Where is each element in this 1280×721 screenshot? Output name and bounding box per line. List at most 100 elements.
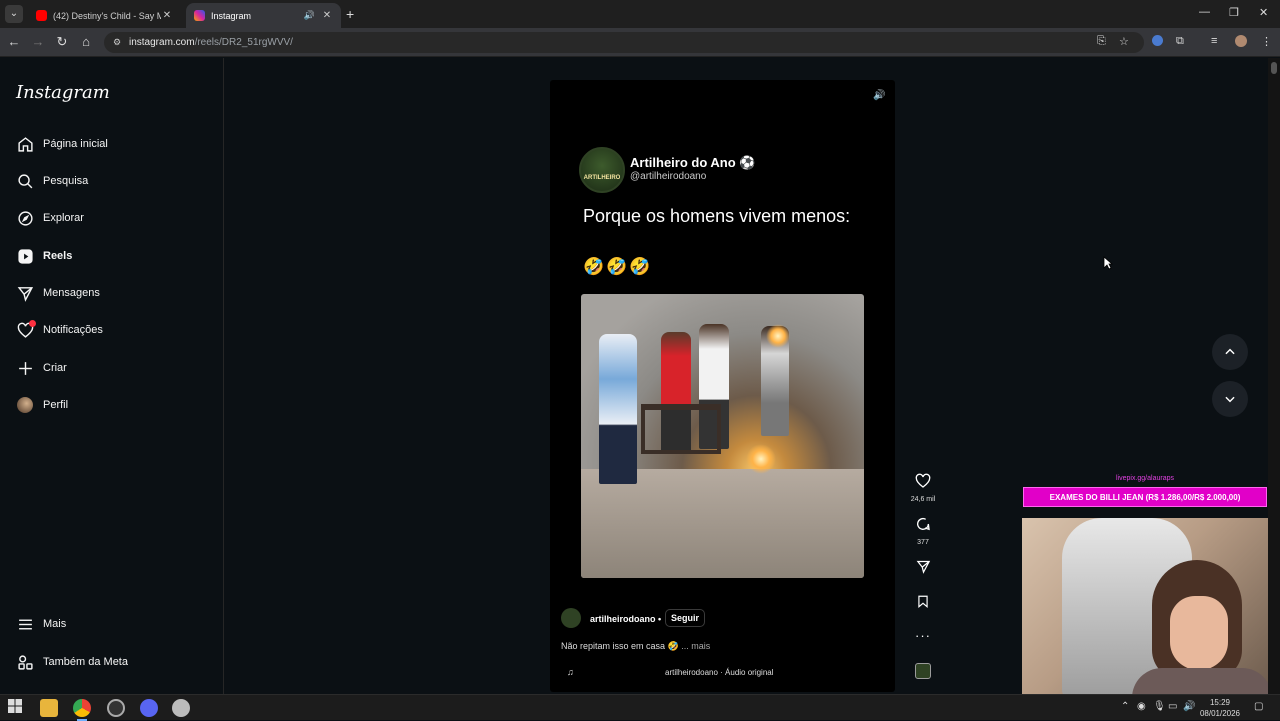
more-options-icon[interactable]: ··· [905,628,941,643]
home-icon [16,135,34,153]
chair [641,404,721,454]
audio-text: artilheirodoano · Áudio original [665,668,774,677]
reload-icon[interactable]: ↻ [54,34,70,50]
tab-youtube[interactable]: (42) Destiny's Child - Say My Name ✕ [28,3,181,28]
chevron-up-icon [1225,348,1235,355]
nav-label: Explorar [43,212,84,224]
reel-video-frame[interactable] [581,294,864,578]
person-figure [599,334,637,484]
site-info-icon[interactable]: ⚙ [113,32,121,53]
url-path: /reels/DR2_51rgWVV/ [194,37,293,48]
profile-avatar[interactable] [1235,35,1247,47]
audio-playing-icon[interactable]: 🔊 [304,10,315,21]
volume-icon[interactable]: 🔊 [873,90,885,101]
browser-tab-bar: ⌄ (42) Destiny's Child - Say My Name ✕ I… [0,0,1280,28]
follow-button[interactable]: Seguir [665,609,706,627]
instagram-logo[interactable]: Instagram [16,82,110,103]
forward-icon[interactable]: → [30,34,46,50]
poster-username[interactable]: artilheirodoano • [590,614,661,624]
back-icon[interactable]: ← [6,34,22,50]
install-app-icon[interactable]: ⎘ [1097,35,1106,48]
nav-search[interactable]: Pesquisa [16,169,88,193]
clock-time: 15:29 [1209,698,1231,707]
like-button[interactable]: 24,6 mil [905,473,941,503]
tab-instagram[interactable]: Instagram 🔊 ✕ [186,3,341,28]
reel-headline: Porque os homens vivem menos: [583,206,851,226]
nav-reels[interactable]: Reels [16,244,72,268]
network-icon[interactable]: ▭ [1168,701,1177,712]
heart-icon [16,320,36,339]
menu-icon [16,615,34,633]
file-explorer-icon[interactable] [40,699,58,717]
media-control-icon[interactable]: ≡ [1211,35,1217,47]
extension-icon[interactable] [1152,35,1163,46]
extensions-puzzle-icon[interactable]: ⧉ [1176,35,1184,48]
nav-home[interactable]: Página inicial [16,132,108,156]
chrome-icon[interactable] [73,699,91,721]
new-tab-icon[interactable]: + [346,6,354,22]
nav-label: Criar [43,362,67,374]
save-button[interactable] [905,594,941,614]
original-audio-thumbnail[interactable] [915,663,931,679]
nav-more[interactable]: Mais [16,612,66,636]
obs-icon[interactable] [107,699,125,717]
scrollbar-thumb[interactable] [1271,62,1277,74]
profile-avatar-icon [16,396,34,414]
nav-create[interactable]: Criar [16,356,67,380]
compass-icon [16,209,34,227]
nav-explore[interactable]: Explorar [16,206,84,230]
nav-label: Página inicial [43,138,108,150]
account-logo: ARTILHEIRO [579,147,625,193]
tab-search-icon[interactable]: ⌄ [5,5,23,23]
like-count: 24,6 mil [910,496,936,503]
audio-attribution[interactable]: ♫ artilheirodoano · Áudio original [561,664,816,680]
bookmark-star-icon[interactable]: ☆ [1119,35,1129,48]
share-icon [916,560,930,574]
nav-label: Reels [43,250,73,262]
notification-center-icon[interactable]: ▢ [1254,701,1263,712]
next-reel-button[interactable] [1212,381,1248,417]
home-icon[interactable]: ⌂ [78,34,94,50]
tab-title: Instagram [211,10,252,21]
reel-player[interactable]: 🔊 ARTILHEIRO Artilheiro do Ano ⚽ @artilh… [550,80,895,692]
tray-overflow-icon[interactable]: ⌃ [1121,701,1129,712]
nav-label: Mensagens [43,287,100,299]
close-tab-icon[interactable]: ✕ [161,10,173,21]
page-scrollbar[interactable] [1268,58,1280,694]
messenger-icon [16,284,34,302]
firework-spark [746,444,776,474]
windows-start-icon[interactable] [8,699,26,717]
discord-icon[interactable] [140,699,158,717]
nav-profile[interactable]: Perfil [16,393,68,417]
nav-label: Notificações [43,324,103,336]
comment-button[interactable]: 377 [905,516,941,546]
close-window-icon[interactable]: ✕ [1259,6,1268,19]
nav-notifications[interactable]: Notificações [16,318,103,342]
share-button[interactable] [905,559,941,579]
volume-tray-icon[interactable]: 🔊 [1183,701,1195,712]
app-icon[interactable] [172,699,190,717]
system-clock[interactable]: 15:29 08/01/2026 [1196,697,1244,719]
comment-icon [917,518,930,531]
microphone-icon[interactable]: 🎙 [1153,701,1166,712]
close-tab-icon[interactable]: ✕ [321,10,333,21]
nav-label: Perfil [43,399,69,411]
minimize-icon[interactable]: — [1199,6,1210,18]
caption-more-link[interactable]: ... mais [681,641,710,651]
nav-messages[interactable]: Mensagens [16,281,100,305]
restore-icon[interactable]: ❐ [1229,6,1239,19]
chrome-menu-icon[interactable]: ⋮ [1261,35,1272,48]
clock-date: 08/01/2026 [1199,709,1241,718]
browser-toolbar: ← → ↻ ⌂ ⚙ instagram.com/reels/DR2_51rgWV… [0,28,1280,57]
search-icon [16,172,34,190]
previous-reel-button[interactable] [1212,334,1248,370]
nav-label: Mais [43,618,67,630]
heart-icon [915,473,931,488]
poster-username-text: artilheirodoano [590,614,656,624]
discord-tray-icon[interactable]: ◉ [1137,701,1146,712]
nav-also-from-meta[interactable]: Também da Meta [16,650,128,674]
meta-apps-icon [16,653,34,671]
poster-avatar[interactable] [561,608,581,628]
address-bar[interactable]: ⚙ instagram.com/reels/DR2_51rgWVV/ [104,32,1144,53]
streamer-webcam [1022,518,1268,700]
